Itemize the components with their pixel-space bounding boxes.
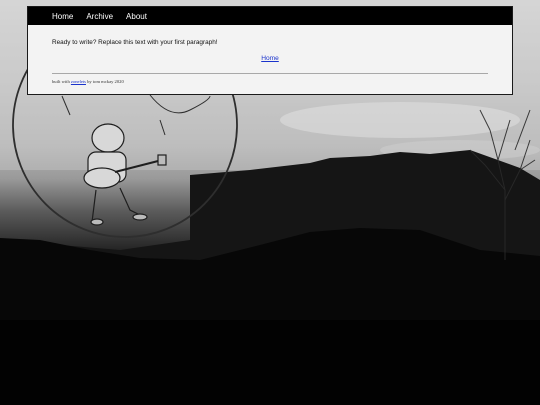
- page-container: Home Archive About Ready to write? Repla…: [27, 6, 513, 95]
- footer: built with zonelets by tom mckay 2020: [52, 79, 124, 84]
- zonelets-link[interactable]: zonelets: [71, 79, 86, 84]
- first-paragraph: Ready to write? Replace this text with y…: [52, 39, 218, 46]
- home-link[interactable]: Home: [28, 55, 512, 62]
- nav-home[interactable]: Home: [52, 12, 73, 21]
- nav-archive[interactable]: Archive: [86, 12, 113, 21]
- footer-prefix: built with: [52, 79, 70, 84]
- top-nav: Home Archive About: [28, 7, 512, 25]
- nav-about[interactable]: About: [126, 12, 147, 21]
- footer-divider: [52, 73, 488, 74]
- main-content: Ready to write? Replace this text with y…: [52, 39, 488, 46]
- footer-suffix: by tom mckay 2020: [87, 79, 124, 84]
